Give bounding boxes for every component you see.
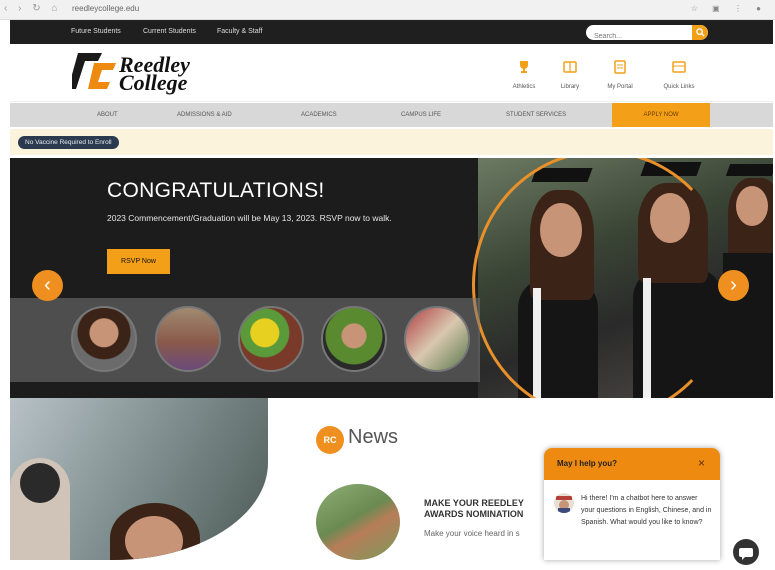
utility-nav: Future Students Current Students Faculty… [10, 20, 773, 44]
quicklink-my-portal[interactable]: My Portal [598, 60, 642, 90]
search-button[interactable] [692, 25, 708, 40]
close-icon[interactable]: × [698, 456, 705, 470]
thumbnail-3[interactable] [238, 306, 304, 372]
chat-launcher-button[interactable] [733, 539, 759, 565]
news-headline[interactable]: MAKE YOUR REEDLEY AWARDS NOMINATION [424, 498, 549, 520]
browser-bar: ‹ › ↻ ⌂ reedleycollege.edu ☆ ▣ ⋮ ● [0, 0, 775, 20]
thumbnail-5[interactable] [404, 306, 470, 372]
news-thumbnail[interactable] [316, 484, 400, 560]
chatbot-window: May I help you? × Hi there! I'm a chatbo… [544, 448, 720, 560]
news-title: News [348, 426, 399, 448]
thumbnail-1[interactable] [71, 306, 137, 372]
grid-icon [672, 61, 686, 73]
site-header: Reedley College Athletics Library My Por… [10, 44, 773, 102]
decorative-arc [472, 158, 732, 398]
news-logo-icon: RC [316, 426, 344, 454]
chat-header: May I help you? × [544, 448, 720, 480]
search-icon [696, 28, 705, 37]
nav-about[interactable]: ABOUT [97, 112, 118, 118]
search-input[interactable] [586, 29, 686, 40]
hero-carousel: CONGRATULATIONS! 2023 Commencement/Gradu… [10, 158, 773, 398]
news-summary: Make your voice heard in s [424, 529, 520, 538]
logo-text-college: College [119, 70, 188, 95]
chatbot-avatar-icon [556, 496, 572, 513]
chatbot-avatar [554, 493, 574, 513]
chat-message: Hi there! I'm a chatbot here to answer y… [581, 495, 712, 526]
main-nav: ABOUT ADMISSIONS & AID ACADEMICS CAMPUS … [10, 103, 773, 127]
link-faculty-staff[interactable]: Faculty & Staff [217, 28, 262, 35]
nav-admissions-aid[interactable]: ADMISSIONS & AID [177, 112, 232, 118]
rc-logo-mark-icon [68, 53, 116, 89]
nav-campus-life[interactable]: CAMPUS LIFE [401, 112, 441, 118]
chat-bubble-icon [739, 548, 753, 560]
college-logo[interactable]: Reedley College [68, 53, 190, 94]
thumbnail-4[interactable] [321, 306, 387, 372]
browser-toolbar-icons[interactable]: ☆ ▣ ⋮ ● [691, 4, 767, 13]
campus-photo [10, 398, 268, 560]
browser-nav-icons[interactable]: ‹ › ↻ ⌂ [4, 3, 61, 14]
hero-title: CONGRATULATIONS! [107, 179, 325, 202]
search-box [586, 25, 708, 40]
alert-bar: No Vaccine Required to Enroll [10, 129, 773, 155]
chat-title: May I help you? [557, 459, 618, 468]
carousel-prev-button[interactable]: ‹ [32, 270, 63, 301]
link-current-students[interactable]: Current Students [143, 28, 196, 35]
thumbnail-2[interactable] [155, 306, 221, 372]
address-bar[interactable]: reedleycollege.edu [72, 4, 139, 13]
nav-apply-now[interactable]: APPLY NOW [612, 103, 710, 127]
nav-academics[interactable]: ACADEMICS [301, 112, 337, 118]
rsvp-button[interactable]: RSVP Now [107, 249, 170, 274]
quicklink-library[interactable]: Library [548, 60, 592, 90]
quicklink-quick-links[interactable]: Quick Links [657, 60, 701, 90]
quicklink-athletics[interactable]: Athletics [502, 60, 546, 90]
portal-icon [614, 60, 626, 74]
nav-student-services[interactable]: STUDENT SERVICES [506, 112, 566, 118]
link-future-students[interactable]: Future Students [71, 28, 121, 35]
trophy-icon [520, 61, 528, 73]
book-icon [563, 61, 577, 73]
vaccine-badge[interactable]: No Vaccine Required to Enroll [18, 136, 119, 149]
hero-subtitle: 2023 Commencement/Graduation will be May… [107, 213, 392, 223]
carousel-next-button[interactable]: › [718, 270, 749, 301]
